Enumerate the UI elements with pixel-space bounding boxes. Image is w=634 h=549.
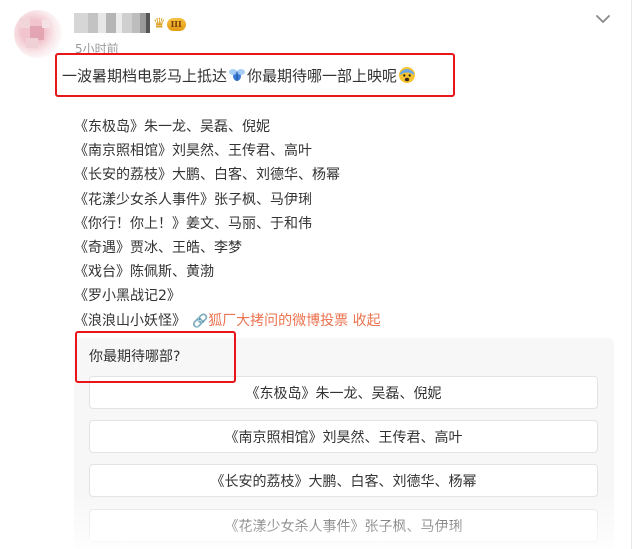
- movie-line: 《东极岛》朱一龙、吴磊、倪妮: [74, 119, 270, 135]
- movie-line: 《花漾少女杀人事件》张子枫、马伊琍: [74, 191, 312, 208]
- link-icon: 🔗: [192, 313, 209, 329]
- movie-line: 《罗小黑战记2》: [74, 288, 181, 305]
- movie-text: 《浪浪山小妖怪》: [74, 312, 186, 329]
- badge-level: III: [166, 17, 186, 31]
- crown-icon: ♛: [153, 16, 166, 32]
- weibo-post-card: ♛ III 5小时前 一波暑期档电影马上抵达 你最期待哪一部上映呢 《东极岛》朱…: [0, 0, 632, 549]
- member-badge[interactable]: ♛ III: [153, 15, 187, 33]
- chevron-down-icon[interactable]: [593, 9, 613, 29]
- poll-option-4[interactable]: 《花漾少女杀人事件》张子枫、马伊琍: [89, 509, 598, 542]
- movie-line: 《奇遇》贾冰、王皓、李梦: [74, 240, 242, 257]
- movie-line: 《你行！你上！》姜文、马丽、于和伟: [74, 215, 312, 232]
- vote-link[interactable]: 狐厂大拷问的微博投票: [208, 313, 348, 329]
- collapse-link[interactable]: 收起: [353, 313, 381, 329]
- movie-list: 《东极岛》朱一龙、吴磊、倪妮 《南京照相馆》刘昊然、王传君、高叶 《长安的荔枝》…: [74, 115, 614, 334]
- movie-line: 《戏台》陈佩斯、黄渤: [74, 264, 214, 281]
- poll-option-3[interactable]: 《长安的荔枝》大鹏、白客、刘德华、杨幂: [89, 464, 598, 497]
- username-blurred[interactable]: [74, 13, 154, 35]
- movie-line: 《南京照相馆》刘昊然、王传君、高叶: [74, 143, 312, 160]
- highlight-box-headline: [55, 53, 455, 97]
- poll-option-2[interactable]: 《南京照相馆》刘昊然、王传君、高叶: [89, 420, 598, 453]
- avatar[interactable]: [14, 10, 62, 58]
- highlight-box-question: [75, 331, 236, 383]
- movie-line: 《长安的荔枝》大鹏、白客、刘德华、杨幂: [74, 167, 340, 184]
